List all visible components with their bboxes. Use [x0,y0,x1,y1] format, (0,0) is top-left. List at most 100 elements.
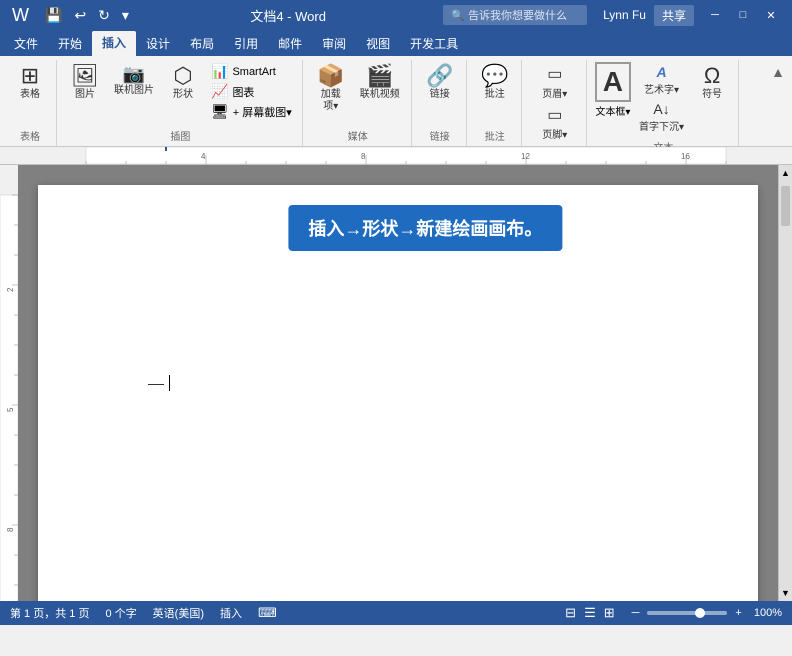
web-view-button[interactable]: ⊞ [604,605,615,621]
header-icon: ▭ [547,64,562,84]
text-col2: A 艺术字▾ A↓ 首字下沉▾ [635,62,688,135]
search-box[interactable]: 🔍 告诉我你想要做什么 [443,5,587,25]
svg-text:8: 8 [6,527,15,532]
scroll-thumb[interactable] [781,186,790,226]
document-title: 文档4 - Word [133,6,443,25]
menu-mailings[interactable]: 邮件 [268,32,312,55]
chart-icon: 📈 [211,83,228,100]
ribbon-collapse-button[interactable]: ▲ [768,64,788,80]
menu-insert[interactable]: 插入 [92,31,136,56]
maximize-button[interactable]: □ [730,5,756,25]
link-button[interactable]: 🔗 链接 [420,62,460,104]
customize-button[interactable]: ▾ [118,5,133,26]
symbol-button[interactable]: Ω 符号 [692,62,732,104]
online-picture-icon: 📷 [123,65,145,83]
page-info: 第 1 页，共 1 页 [10,605,89,621]
edit-mode: 插入 [220,605,242,621]
user-area: 🔍 告诉我你想要做什么 Lynn Fu 共享 [443,5,694,26]
title-bar: W 💾 ↩ ↻ ▾ 文档4 - Word 🔍 告诉我你想要做什么 Lynn Fu… [0,0,792,30]
wordart-icon: A [656,64,666,80]
zoom-out-button[interactable]: ─ [632,607,640,619]
group-illustration-label: 插图 [65,126,296,146]
menu-home[interactable]: 开始 [48,32,92,55]
zoom-in-button[interactable]: + [735,607,741,619]
dropcap-button[interactable]: A↓ 首字下沉▾ [635,99,688,135]
close-button[interactable]: ✕ [758,5,784,25]
addins-icon: 📦 [317,65,344,87]
vertical-scrollbar: ▲ ▼ [778,165,792,601]
header-button[interactable]: ▭ 页眉▾ [537,62,573,102]
online-video-button[interactable]: 🎬 联机视频 [355,62,405,104]
menu-layout[interactable]: 布局 [180,32,224,55]
language: 英语(美国) [153,605,204,621]
picture-icon: 🖼 [71,65,99,87]
window-controls: ─ □ ✕ [702,5,784,25]
vertical-ruler: 2 5 8 [0,165,18,601]
menu-view[interactable]: 视图 [356,32,400,55]
quick-access-toolbar: W 💾 ↩ ↻ ▾ [8,3,133,28]
text-cursor [169,375,170,391]
shapes-icon: ⬡ [173,65,192,87]
ribbon: ⊞ 表格 表格 🖼 图片 📷 联机图片 ⬡ 形状 [0,56,792,147]
insert-icon: ⌨ [258,605,277,621]
document-area[interactable]: 插入→形状→新建绘画画布。 [18,165,778,601]
group-table: ⊞ 表格 表格 [4,60,57,146]
scroll-down-button[interactable]: ▼ [779,585,792,601]
svg-text:12: 12 [521,152,530,161]
menu-references[interactable]: 引用 [224,32,268,55]
undo-button[interactable]: ↩ [70,5,90,26]
menu-developer[interactable]: 开发工具 [400,32,468,55]
chart-button[interactable]: 📈 图表 [207,82,296,101]
textbox-label: 文本框▾ [595,103,630,118]
minimize-button[interactable]: ─ [702,5,728,25]
user-name[interactable]: Lynn Fu [603,8,646,22]
group-header-footer: ▭ 页眉▾ ▭ 页脚▾ # 页码▾ 页眉和页脚 [524,60,587,146]
document-page[interactable]: 插入→形状→新建绘画画布。 [38,185,758,601]
group-links-label: 链接 [420,126,460,146]
search-icon: 🔍 [451,10,465,22]
group-media: 📦 加载项▾ 🎬 联机视频 媒体 [305,60,412,146]
comment-icon: 💬 [481,65,508,87]
save-button[interactable]: 💾 [41,5,66,26]
svg-text:16: 16 [681,152,690,161]
footer-button[interactable]: ▭ 页脚▾ [537,103,573,143]
share-button[interactable]: 共享 [654,5,694,26]
menu-bar: 文件 开始 插入 设计 布局 引用 邮件 审阅 视图 开发工具 [0,30,792,56]
redo-button[interactable]: ↻ [94,5,114,26]
group-illustration: 🖼 图片 📷 联机图片 ⬡ 形状 📊 SmartArt [59,60,303,146]
symbol-icon: Ω [704,65,720,87]
status-bar: 第 1 页，共 1 页 0 个字 英语(美国) 插入 ⌨ ⊟ ☰ ⊞ ─ + 1… [0,601,792,625]
smartart-col: 📊 SmartArt 📈 图表 🖥 + 屏幕截图▾ [207,62,296,121]
header-footer-col: ▭ 页眉▾ ▭ 页脚▾ # 页码▾ [537,62,573,182]
group-comments-label: 批注 [475,126,515,146]
table-button[interactable]: ⊞ 表格 [10,62,50,104]
svg-text:5: 5 [6,407,15,412]
screenshot-icon: 🖥 [211,103,229,120]
online-picture-button[interactable]: 📷 联机图片 [109,62,159,100]
horizontal-ruler: 4 8 12 16 [0,147,792,165]
layout-view-button[interactable]: ⊟ [565,605,576,621]
word-count: 0 个字 [105,605,136,621]
text-cursor-area [148,375,170,391]
scroll-track[interactable] [779,181,792,585]
menu-design[interactable]: 设计 [136,32,180,55]
screenshot-button[interactable]: 🖥 + 屏幕截图▾ [207,102,296,121]
svg-text:4: 4 [201,152,206,161]
scroll-up-button[interactable]: ▲ [779,165,792,181]
zoom-slider[interactable] [647,611,727,615]
menu-review[interactable]: 审阅 [312,32,356,55]
comment-button[interactable]: 💬 批注 [475,62,515,104]
group-text: A 文本框▾ A 艺术字▾ A↓ 首字下沉▾ Ω 符号 [589,60,739,146]
link-icon: 🔗 [426,65,453,87]
menu-file[interactable]: 文件 [4,32,48,55]
wordart-button[interactable]: A 艺术字▾ [635,62,688,98]
picture-button[interactable]: 🖼 图片 [65,62,105,104]
dropcap-icon: A↓ [653,101,669,117]
read-view-button[interactable]: ☰ [584,605,596,621]
svg-text:2: 2 [6,287,15,292]
textbox-button[interactable]: A [595,62,631,102]
shapes-button[interactable]: ⬡ 形状 [163,62,203,104]
addins-button[interactable]: 📦 加载项▾ [311,62,351,116]
smartart-button[interactable]: 📊 SmartArt [207,62,296,81]
online-video-icon: 🎬 [366,65,393,87]
